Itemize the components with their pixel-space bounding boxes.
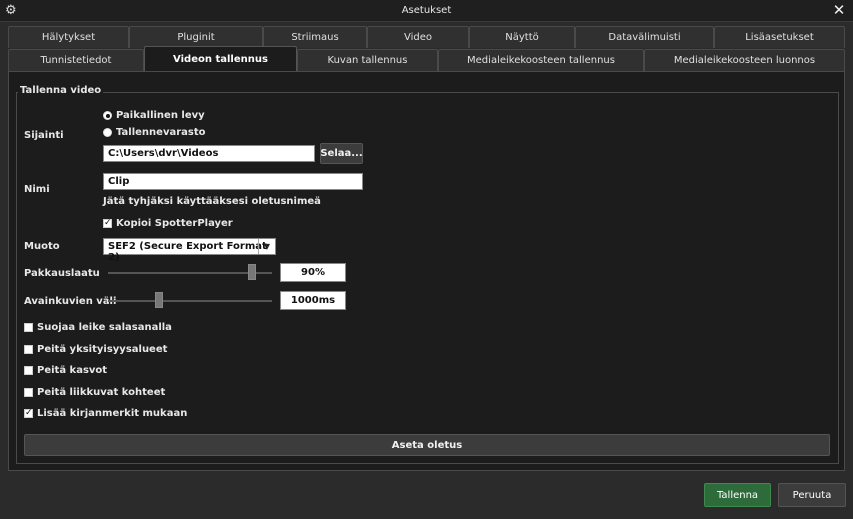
- quality-value[interactable]: 90%: [280, 263, 346, 282]
- option-label-bookmarks: Lisää kirjanmerkit mukaan: [37, 408, 188, 419]
- title-bar: ⚙ Asetukset ✕: [0, 0, 853, 22]
- tab-naytto[interactable]: Näyttö: [469, 26, 575, 48]
- set-default-button[interactable]: Aseta oletus: [24, 434, 830, 456]
- quality-slider-handle[interactable]: [248, 264, 257, 280]
- window-title: Asetukset: [401, 5, 452, 16]
- tab-medialeikekoosteen-luonnos[interactable]: Medialeikekoosteen luonnos: [644, 49, 845, 71]
- save-button[interactable]: Tallenna: [704, 483, 771, 507]
- keyframe-slider-handle[interactable]: [154, 292, 163, 308]
- radio-local-disk[interactable]: [103, 111, 112, 120]
- tab-striimaus[interactable]: Striimaus: [263, 26, 367, 48]
- cancel-button[interactable]: Peruuta: [778, 483, 846, 507]
- option-label-password: Suojaa leike salasanalla: [37, 322, 172, 333]
- location-label: Sijainti: [24, 130, 64, 141]
- option-checkbox-faces[interactable]: [24, 366, 33, 375]
- name-label: Nimi: [24, 184, 50, 195]
- keyframe-value[interactable]: 1000ms: [280, 291, 346, 310]
- quality-slider-track[interactable]: [108, 272, 272, 274]
- radio-storage[interactable]: [103, 128, 112, 137]
- tab-tunnistetiedot[interactable]: Tunnistetiedot: [8, 49, 144, 71]
- tab-kuvan-tallennus[interactable]: Kuvan tallennus: [297, 49, 438, 71]
- option-checkbox-bookmarks[interactable]: ✓: [24, 409, 33, 418]
- option-checkbox-password[interactable]: [24, 323, 33, 332]
- radio-local-disk-label: Paikallinen levy: [116, 110, 205, 121]
- quality-label: Pakkauslaatu: [24, 268, 100, 279]
- close-icon[interactable]: ✕: [831, 2, 847, 18]
- option-checkbox-moving[interactable]: [24, 388, 33, 397]
- tab-medialeikekoosteen-tallennus[interactable]: Medialeikekoosteen tallennus: [438, 49, 644, 71]
- radio-storage-label: Tallennevarasto: [116, 127, 206, 138]
- tab-datavalimuisti[interactable]: Datavälimuisti: [575, 26, 714, 48]
- option-checkbox-privacy[interactable]: [24, 345, 33, 354]
- browse-button[interactable]: Selaa...: [320, 143, 363, 164]
- name-input[interactable]: Clip: [103, 173, 363, 190]
- name-hint: Jätä tyhjäksi käyttääksesi oletusnimeä: [103, 196, 321, 207]
- copy-player-label: Kopioi SpotterPlayer: [116, 218, 233, 229]
- tab-row-2: Tunnistetiedot Videon tallennus Kuvan ta…: [8, 46, 845, 71]
- tab-video[interactable]: Video: [367, 26, 469, 48]
- tab-videon-tallennus[interactable]: Videon tallennus: [144, 46, 297, 71]
- tab-row-1: Hälytykset Pluginit Striimaus Video Näyt…: [8, 26, 845, 48]
- option-label-moving: Peitä liikkuvat kohteet: [37, 387, 166, 398]
- option-label-faces: Peitä kasvot: [37, 365, 108, 376]
- path-input[interactable]: C:\Users\dvr\Videos: [103, 145, 315, 162]
- chevron-down-icon: ▼: [258, 239, 275, 254]
- keyframe-label: Avainkuvien väli: [24, 296, 117, 307]
- tab-halytykset[interactable]: Hälytykset: [8, 26, 129, 48]
- group-title: Tallenna video: [18, 85, 104, 96]
- copy-player-checkbox[interactable]: ✓: [103, 219, 112, 228]
- tab-lisaasetukset[interactable]: Lisäasetukset: [714, 26, 845, 48]
- format-label: Muoto: [24, 241, 60, 252]
- tab-pluginit[interactable]: Pluginit: [129, 26, 263, 48]
- format-select[interactable]: SEF2 (Secure Export Format 2) ▼: [103, 238, 276, 263]
- option-label-privacy: Peitä yksityisyysalueet: [37, 344, 168, 355]
- keyframe-slider-track[interactable]: [108, 300, 272, 302]
